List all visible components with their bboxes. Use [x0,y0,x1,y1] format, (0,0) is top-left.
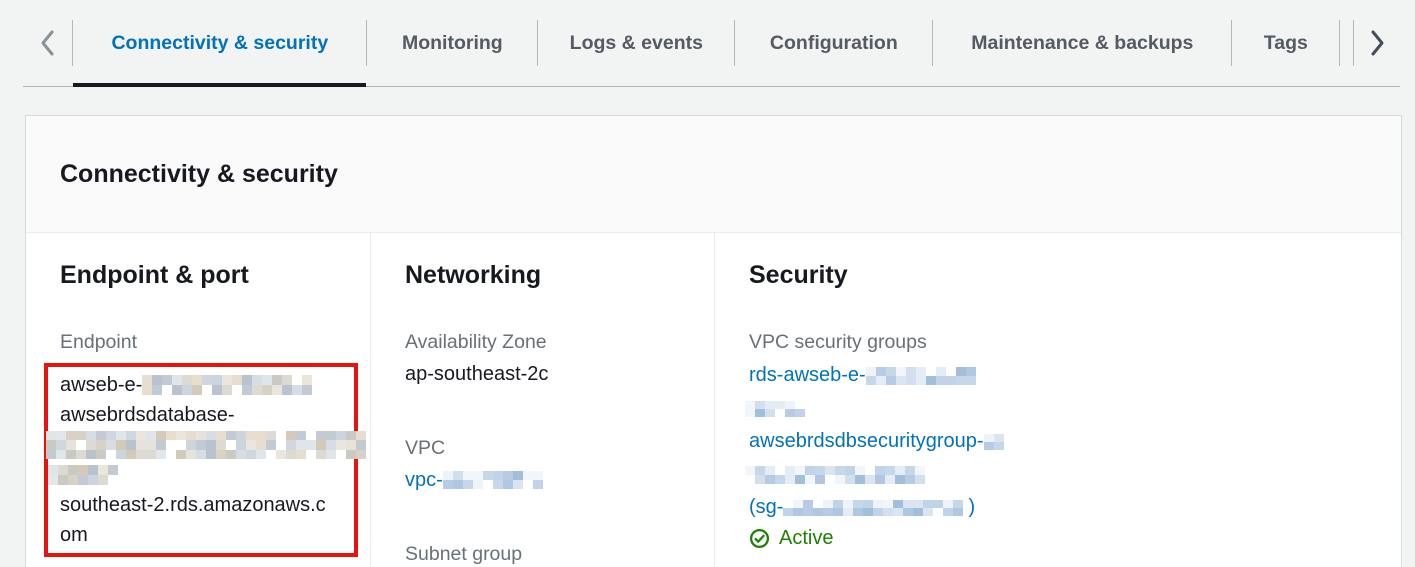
value-line [48,460,350,490]
tab-label: Logs & events [569,31,703,54]
panel-header: Connectivity & security [26,116,1401,233]
value-line [745,392,1401,425]
value-line: awsebrdsdatabase- [60,400,350,430]
value-line: awseb-e- [60,370,350,400]
tab-label: Monitoring [401,31,503,54]
field-label: Availability Zone [405,331,547,353]
value-text: ap-southeast-2c [405,363,549,385]
endpoint-port-column: Endpoint & port Endpoint awseb-e-awsebrd… [26,233,371,567]
tab-connectivity-security[interactable]: Connectivity & security [73,0,367,87]
redacted-text [983,433,1012,450]
networking-field-vpc: VPC vpc- [405,433,714,495]
endpoint-value: awseb-e-awsebrdsdatabase-southeast-2.rds… [46,370,366,550]
field-label: Subnet group [405,543,523,565]
value-line [46,430,366,460]
vpc-security-groups-label: VPC security groups [749,331,927,353]
tab-label: Tags [1263,31,1308,54]
link-text[interactable]: rds-awseb-e- [749,359,866,392]
networking-field-subnet-group: Subnet group [405,539,714,567]
status-text: Active [779,527,834,549]
networking-heading: Networking [405,261,542,289]
field-value: vpc- [405,465,714,495]
tabs-scroll-left-button[interactable] [23,0,72,86]
value-text: om [60,524,88,546]
redacted-text [442,471,546,489]
security-column: Security VPC security groups rds-awseb-e… [715,233,1401,567]
red-highlight-box: awseb-e-awsebrdsdatabase-southeast-2.rds… [44,363,366,557]
check-circle-icon [749,528,770,549]
field-label: VPC [405,437,446,459]
value-line: southeast-2.rds.amazonaws.c [60,490,350,520]
value-text: awseb-e- [60,374,143,396]
tabs-scroll-right-button[interactable] [1354,0,1400,86]
tab-logs-events[interactable]: Logs & events [538,0,734,86]
security-heading: Security [749,261,848,289]
tab-monitoring[interactable]: Monitoring [367,0,537,86]
endpoint-port-heading: Endpoint & port [60,261,249,289]
vpc-security-groups-list: rds-awseb-e-awsebrdsdbsecuritygroup- (sg-… [745,359,1401,524]
tab-label: Maintenance & backups [971,31,1194,54]
value-text: awsebrdsdatabase- [60,404,235,426]
tab-label: Connectivity & security [111,31,329,54]
value-line: (sg-) [749,491,1401,524]
redacted-text [142,375,313,395]
value-line: om [60,520,350,550]
link-text[interactable]: (sg- [749,491,783,524]
value-line: rds-awseb-e- [749,359,1401,392]
link-text[interactable]: ) [968,491,975,524]
tab-configuration[interactable]: Configuration [735,0,932,86]
redacted-text [48,465,124,485]
panel-title: Connectivity & security [60,159,338,188]
tab-bar: Connectivity & security Monitoring Logs & … [23,0,1400,87]
connectivity-security-panel: Connectivity & security Endpoint & port … [25,115,1402,567]
field-value: ap-southeast-2c [405,359,714,389]
link-text[interactable]: vpc- [405,465,443,495]
tab-bar-spacer [1340,0,1353,86]
networking-field-availability-zone: Availability Zone ap-southeast-2c [405,327,714,389]
networking-column: Networking Availability Zone ap-southeast… [371,233,715,567]
redacted-text [745,465,925,484]
redacted-text [46,431,368,459]
chevron-left-icon [39,28,56,58]
tab-tags[interactable]: Tags [1232,0,1339,86]
endpoint-label: Endpoint [60,331,137,353]
redacted-text [783,499,968,516]
chevron-right-icon [1369,28,1386,58]
tab-label: Configuration [769,31,898,54]
redacted-text [745,400,807,417]
tab-maintenance-backups[interactable]: Maintenance & backups [933,0,1231,86]
security-group-status: Active [749,527,1401,550]
redacted-text [865,366,981,385]
link-text[interactable]: awsebrdsdbsecuritygroup- [749,425,984,458]
value-text: southeast-2.rds.amazonaws.c [60,494,326,516]
panel-body: Endpoint & port Endpoint awseb-e-awsebrd… [26,233,1401,567]
value-line [745,458,1401,491]
value-line: awsebrdsdbsecuritygroup- [749,425,1401,458]
